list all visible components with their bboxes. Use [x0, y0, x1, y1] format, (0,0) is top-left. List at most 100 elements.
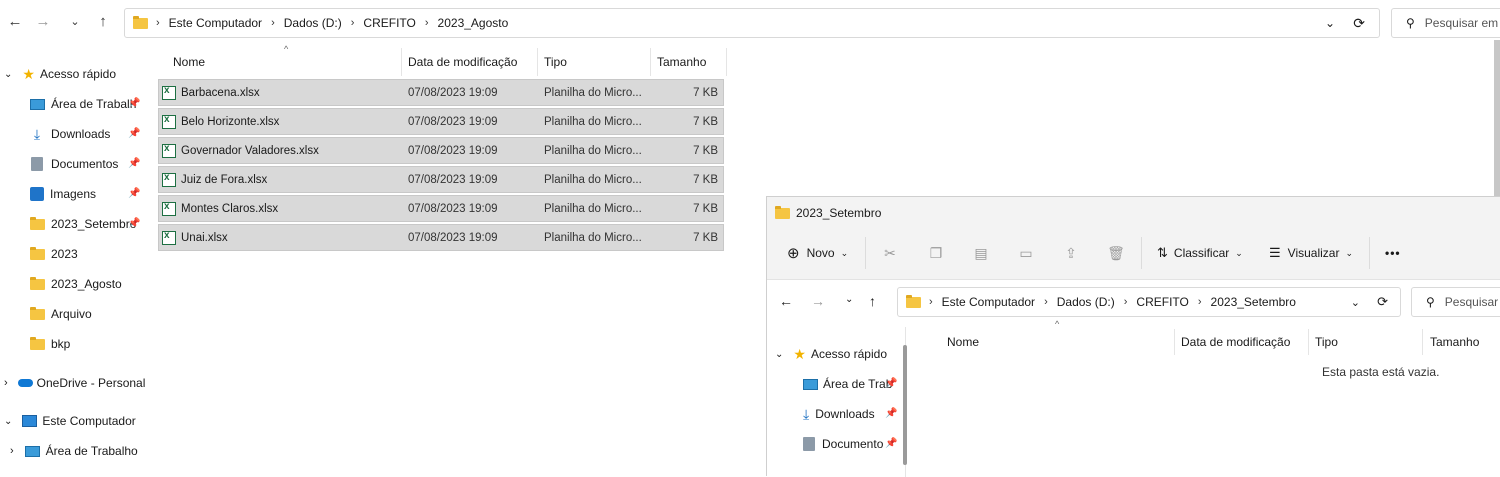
sidebar-item-downloads[interactable]: ⤓ Downloads	[803, 401, 875, 427]
file-name: Belo Horizonte.xlsx	[181, 115, 280, 128]
sidebar-item-desktop[interactable]: Área de Trab	[803, 371, 892, 397]
refresh-icon[interactable]: ⟳	[1377, 294, 1388, 310]
new-button[interactable]: ⊕ Novo ⌄	[787, 241, 848, 265]
sidebar-item-bkp[interactable]: bkp	[30, 331, 70, 357]
back-button[interactable]: ←	[4, 10, 26, 32]
search-input[interactable]: Pesquisar	[1445, 295, 1498, 309]
pin-icon[interactable]: 📌	[885, 408, 897, 419]
pin-icon[interactable]: 📌	[128, 158, 140, 169]
chevron-down-icon: ⌄	[775, 348, 784, 360]
chevron-down-icon: ⌄	[1235, 247, 1243, 258]
sidebar-scrollbar[interactable]	[903, 345, 907, 465]
column-divider[interactable]	[1422, 329, 1423, 355]
explorer-window-setembro[interactable]: 2023_Setembro ⊕ Novo ⌄ ✂ ❐ ▤ ▭ ⇪ 🗑 ⇅ Cla…	[766, 196, 1500, 477]
pin-icon[interactable]: 📌	[128, 98, 140, 109]
search-input[interactable]: Pesquisar em 2	[1425, 16, 1500, 30]
column-divider[interactable]	[1174, 329, 1175, 355]
image-icon	[30, 187, 44, 201]
column-header-name[interactable]: Nome	[173, 48, 205, 76]
sidebar-item-arquivo[interactable]: Arquivo	[30, 301, 92, 327]
sidebar-item-desktop-pc[interactable]: › Área de Trabalho	[10, 438, 138, 464]
file-row[interactable]: Barbacena.xlsx 07/08/2023 19:09 Planilha…	[158, 79, 724, 106]
sidebar-item-desktop[interactable]: Área de Trabalh	[30, 91, 136, 117]
file-row[interactable]: Montes Claros.xlsx 07/08/2023 19:09 Plan…	[158, 195, 724, 222]
column-divider[interactable]	[726, 48, 727, 76]
pin-icon[interactable]: 📌	[885, 378, 897, 389]
sidebar-item-onedrive[interactable]: › OneDrive - Personal	[4, 370, 145, 396]
sidebar-item-2023[interactable]: 2023	[30, 241, 78, 267]
pin-icon[interactable]: 📌	[128, 188, 140, 199]
up-button[interactable]: ↑	[92, 10, 114, 32]
column-divider[interactable]	[1308, 329, 1309, 355]
pin-icon[interactable]: 📌	[128, 218, 140, 229]
sidebar-item-2023-agosto[interactable]: 2023_Agosto	[30, 271, 122, 297]
address-dropdown-icon[interactable]: ⌄	[1351, 296, 1360, 309]
sidebar-item-label: Downloads	[815, 407, 875, 421]
file-row[interactable]: Belo Horizonte.xlsx 07/08/2023 19:09 Pla…	[158, 108, 724, 135]
file-type: Planilha do Micro...	[544, 231, 642, 244]
file-size: 7 KB	[693, 86, 718, 99]
search-box[interactable]: ⚲ Pesquisar em 2	[1391, 8, 1500, 38]
column-header-size[interactable]: Tamanho	[1430, 329, 1479, 355]
copy-icon[interactable]: ❐	[927, 244, 945, 262]
column-divider[interactable]	[537, 48, 538, 76]
column-header-name[interactable]: Nome	[947, 329, 979, 355]
up-button[interactable]: ↑	[869, 293, 876, 309]
sidebar-item-this-pc[interactable]: ⌄ Este Computador	[4, 408, 136, 434]
address-dropdown-icon[interactable]: ⌄	[1325, 16, 1335, 30]
breadcrumb-item[interactable]: Dados (D:)	[1057, 295, 1115, 309]
file-row[interactable]: Unai.xlsx 07/08/2023 19:09 Planilha do M…	[158, 224, 724, 251]
sidebar-quick-access[interactable]: ⌄ ★ Acesso rápido	[775, 341, 887, 367]
rename-icon[interactable]: ▭	[1017, 244, 1035, 262]
chevron-down-icon: ⌄	[4, 415, 13, 427]
sort-button[interactable]: ⇅ Classificar ⌄	[1157, 241, 1243, 265]
pin-icon[interactable]: 📌	[885, 438, 897, 449]
cut-icon[interactable]: ✂	[881, 244, 899, 262]
sidebar-item-documents[interactable]: Documentos	[30, 151, 118, 177]
breadcrumb-item[interactable]: CREFITO	[1136, 295, 1188, 309]
excel-file-icon	[162, 172, 176, 187]
search-box[interactable]: ⚲ Pesquisar	[1411, 287, 1500, 317]
chevron-down-icon: ⌄	[840, 247, 849, 258]
forward-button[interactable]: →	[811, 293, 825, 309]
breadcrumb-item[interactable]: Este Computador	[942, 295, 1035, 309]
file-size: 7 KB	[693, 173, 718, 186]
column-header-date[interactable]: Data de modificação	[408, 48, 517, 76]
breadcrumb-item[interactable]: 2023_Agosto	[438, 16, 509, 30]
chevron-down-icon: ⌄	[70, 15, 80, 28]
more-options-button[interactable]: •••	[1385, 241, 1401, 265]
column-header-date[interactable]: Data de modificação	[1181, 329, 1290, 355]
sidebar-item-downloads[interactable]: ⤓ Downloads	[30, 121, 110, 147]
breadcrumb-item[interactable]: Este Computador	[169, 16, 262, 30]
address-bar[interactable]: › Este Computador › Dados (D:) › CREFITO…	[124, 8, 1380, 38]
sidebar-item-images[interactable]: Imagens	[30, 181, 96, 207]
sidebar-item-2023-setembro[interactable]: 2023_Setembro	[30, 211, 136, 237]
column-divider[interactable]	[650, 48, 651, 76]
back-button[interactable]: ←	[779, 293, 793, 309]
file-row[interactable]: Juiz de Fora.xlsx 07/08/2023 19:09 Plani…	[158, 166, 724, 193]
file-date: 07/08/2023 19:09	[408, 144, 498, 157]
file-row[interactable]: Governador Valadores.xlsx 07/08/2023 19:…	[158, 137, 724, 164]
refresh-icon[interactable]: ⟳	[1353, 15, 1365, 32]
sidebar-item-documents[interactable]: Documento	[803, 431, 883, 457]
column-divider[interactable]	[401, 48, 402, 76]
column-header-type[interactable]: Tipo	[1315, 329, 1338, 355]
sidebar-quick-access[interactable]: ⌄ ★ Acesso rápido	[4, 61, 116, 87]
chevron-right-icon: ›	[156, 17, 160, 29]
sort-button-label: Classificar	[1173, 246, 1230, 260]
forward-button[interactable]: →	[32, 10, 54, 32]
sidebar-item-label: Área de Trabalh	[51, 97, 137, 111]
paste-icon[interactable]: ▤	[972, 244, 990, 262]
recent-locations-button[interactable]: ⌄	[845, 294, 853, 305]
column-header-type[interactable]: Tipo	[544, 48, 567, 76]
view-button[interactable]: ☰ Visualizar ⌄	[1269, 241, 1353, 265]
pin-icon[interactable]: 📌	[128, 128, 140, 139]
breadcrumb-item[interactable]: CREFITO	[363, 16, 415, 30]
column-header-size[interactable]: Tamanho	[657, 48, 706, 76]
address-bar[interactable]: › Este Computador › Dados (D:) › CREFITO…	[897, 287, 1401, 317]
breadcrumb-item[interactable]: Dados (D:)	[284, 16, 342, 30]
recent-locations-button[interactable]: ⌄	[64, 10, 86, 32]
share-icon[interactable]: ⇪	[1062, 244, 1080, 262]
breadcrumb-item[interactable]: 2023_Setembro	[1211, 295, 1296, 309]
delete-icon[interactable]: 🗑	[1107, 244, 1125, 262]
